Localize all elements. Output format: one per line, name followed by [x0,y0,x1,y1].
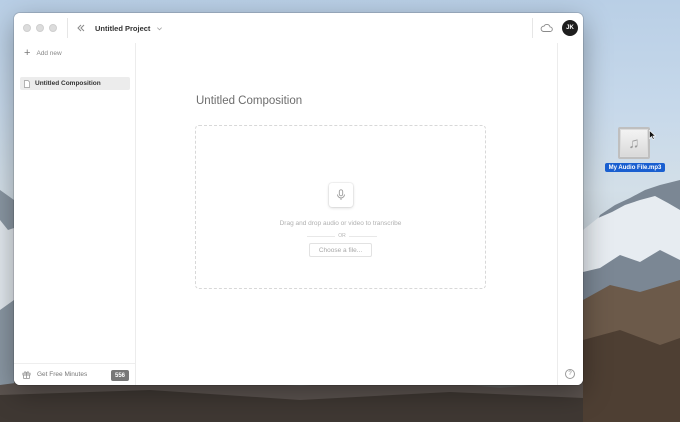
sidebar-item-untitled-composition[interactable]: Untitled Composition [20,77,130,90]
gift-icon [22,371,31,379]
or-line-right [348,235,377,237]
app-window: Untitled Project JK + Add new Untitled C… [14,13,583,385]
collapse-sidebar-button[interactable] [75,22,87,34]
plus-icon: + [24,47,31,59]
window-controls [23,24,57,32]
minimize-window-button[interactable] [36,24,44,32]
title-bar-right: JK [532,13,578,43]
drop-zone[interactable]: Drag and drop audio or video to transcri… [195,125,486,289]
mouse-cursor-icon [649,130,656,140]
minutes-badge: 556 [110,370,129,381]
title-divider [67,18,68,38]
right-rail: ? [558,43,583,385]
zoom-window-button[interactable] [49,24,57,32]
project-title[interactable]: Untitled Project [95,24,150,33]
avatar[interactable]: JK [562,20,578,36]
title-bar: Untitled Project JK [14,13,583,43]
help-icon[interactable]: ? [565,369,575,379]
or-separator: OR [307,233,377,239]
add-new-label: Add new [36,50,62,57]
or-label: OR [338,233,346,239]
right-divider [532,18,533,38]
record-button[interactable] [329,183,353,207]
cloud-sync-button[interactable] [539,21,553,35]
sidebar-footer: Get Free Minutes 556 [14,363,135,385]
music-note-icon: ♫ [621,130,647,156]
microphone-icon [337,189,345,200]
drop-instructions: Drag and drop audio or video to transcri… [279,220,402,227]
add-new-button[interactable]: + Add new [24,48,62,59]
file-name-label[interactable]: My Audio File.mp3 [605,163,665,172]
main-panel: Untitled Composition Drag and drop audio… [135,43,558,385]
chevron-down-icon[interactable] [156,25,163,32]
or-line-left [307,235,336,237]
sidebar-item-label: Untitled Composition [35,80,101,87]
chevrons-left-icon [77,24,85,32]
sidebar: + Add new Untitled Composition Get Free … [14,43,135,385]
cloud-icon [540,23,553,32]
get-free-minutes-link[interactable]: Get Free Minutes [37,371,87,378]
audio-file-thumbnail[interactable]: ♫ [618,127,650,159]
composition-title[interactable]: Untitled Composition [196,95,302,107]
close-window-button[interactable] [23,24,31,32]
document-icon [24,79,30,88]
choose-file-button[interactable]: Choose a file... [309,243,372,257]
